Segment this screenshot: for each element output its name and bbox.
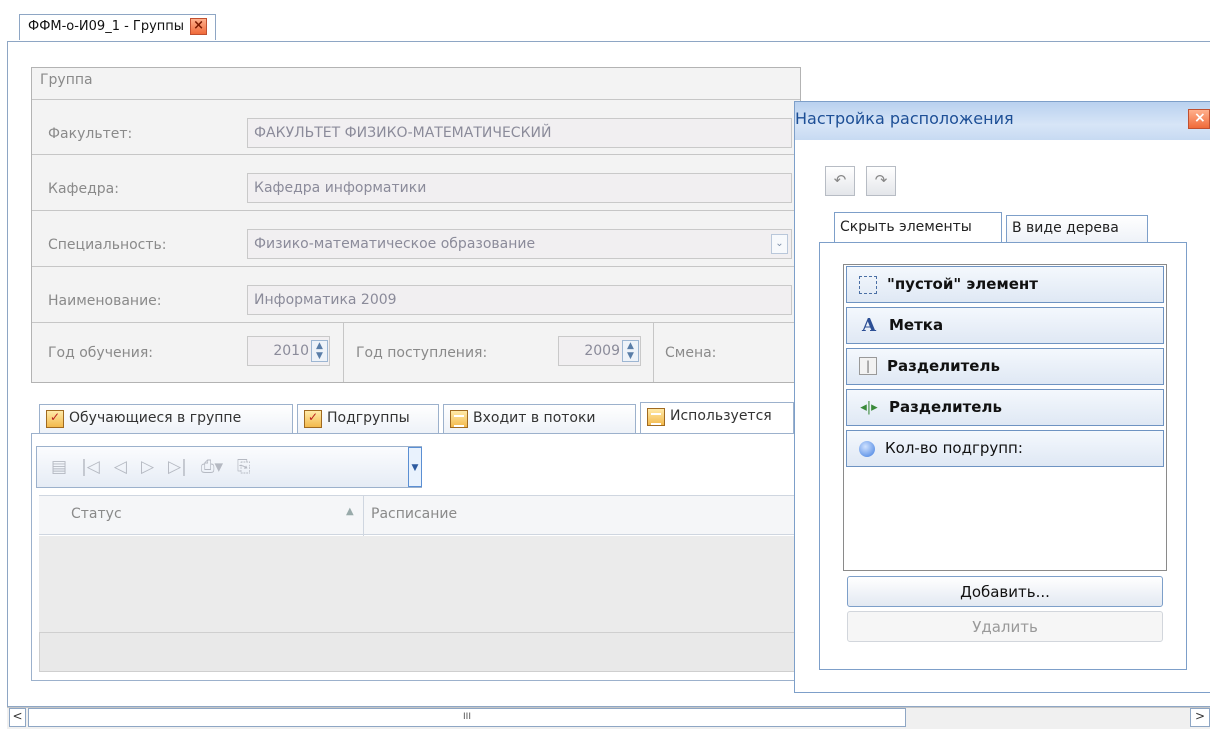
- list-item-separator[interactable]: | Разделитель: [846, 348, 1164, 385]
- grid-footer: [39, 632, 801, 672]
- document-tab-title: ФФМ-о-И09_1 - Группы: [28, 19, 185, 34]
- faculty-label: Факультет:: [48, 126, 133, 142]
- specialty-label: Специальность:: [48, 237, 167, 253]
- delete-button[interactable]: Удалить: [847, 611, 1163, 642]
- close-icon[interactable]: ×: [1188, 109, 1210, 129]
- splitter-icon: ◂|▸: [860, 400, 878, 415]
- tab-subgroups[interactable]: Подгруппы: [297, 404, 439, 433]
- tab-label: Входит в потоки: [473, 410, 596, 426]
- prev-icon[interactable]: ◁: [114, 457, 127, 477]
- tab-tree-view[interactable]: В виде дерева: [1006, 215, 1148, 242]
- list-item-subgroup-count[interactable]: Кол-во подгрупп:: [846, 430, 1164, 467]
- study-year-label: Год обучения:: [48, 345, 153, 361]
- tab-hide-elements[interactable]: Скрыть элементы: [834, 212, 1002, 242]
- grid-icon[interactable]: ▤: [51, 457, 67, 477]
- undo-icon[interactable]: ↶: [825, 166, 855, 196]
- document-tab[interactable]: ФФМ-о-И09_1 - Группы ×: [19, 14, 217, 40]
- specialty-field[interactable]: Физико-математическое образование: [247, 229, 792, 259]
- list-item-label: "пустой" элемент: [887, 275, 1038, 293]
- document-icon: [647, 408, 665, 426]
- label-a-icon: A: [862, 315, 876, 336]
- column-schedule[interactable]: Расписание: [371, 506, 457, 522]
- list-item-empty-element[interactable]: "пустой" элемент: [846, 266, 1164, 303]
- spin-updown-icon[interactable]: ▲ ▼: [311, 340, 328, 362]
- name-label: Наименование:: [48, 293, 162, 309]
- tab-students[interactable]: Обучающиеся в группе: [39, 404, 293, 433]
- scroll-left-icon[interactable]: <: [9, 708, 26, 727]
- tab-used[interactable]: Используется: [640, 402, 794, 433]
- group-title: Группа: [40, 72, 93, 88]
- print-icon[interactable]: ⎙▾: [201, 457, 223, 477]
- group-box: [31, 67, 801, 383]
- chevron-down-icon[interactable]: ⌄: [771, 234, 788, 254]
- first-page-icon[interactable]: |◁: [81, 457, 100, 477]
- list-item-label-element[interactable]: A Метка: [846, 307, 1164, 344]
- faculty-field[interactable]: ФАКУЛЬТЕТ ФИЗИКО-МАТЕМАТИЧЕСКИЙ: [247, 118, 792, 148]
- list-item-label: Разделитель: [887, 357, 1000, 375]
- grid-toolbar: ▤ |◁ ◁ ▷ ▷| ⎙▾ ⎘ ▼: [36, 446, 422, 488]
- sort-up-icon: ▲: [346, 506, 354, 517]
- tab-label: Подгруппы: [327, 410, 410, 426]
- spin-updown-icon[interactable]: ▲ ▼: [622, 340, 639, 362]
- list-item-label: Кол-во подгрупп:: [885, 439, 1023, 457]
- empty-element-icon: [859, 276, 877, 294]
- chevron-down-icon[interactable]: ▼: [408, 447, 422, 487]
- column-status[interactable]: Статус: [71, 506, 122, 522]
- list-item-splitter[interactable]: ◂|▸ Разделитель: [846, 389, 1164, 426]
- panel-title: Настройка расположения: [795, 102, 1210, 140]
- spin-field-icon: [859, 441, 875, 457]
- separator-icon: |: [859, 357, 877, 375]
- add-button[interactable]: Добавить...: [847, 576, 1163, 607]
- department-label: Кафедра:: [48, 181, 119, 197]
- admission-year-label: Год поступления:: [356, 345, 488, 361]
- study-year-spinner[interactable]: 2010 ▲ ▼: [247, 336, 330, 366]
- report-icon[interactable]: ⎘: [237, 457, 251, 477]
- study-year-value: 2010: [273, 343, 309, 359]
- shift-label: Смена:: [665, 345, 717, 361]
- grid-header: Статус ▲ Расписание: [39, 495, 801, 536]
- list-item-label: Разделитель: [889, 398, 1002, 416]
- tab-label: Обучающиеся в группе: [69, 410, 242, 426]
- redo-icon[interactable]: ↷: [866, 166, 896, 196]
- list-item-label: Метка: [889, 316, 944, 334]
- last-page-icon[interactable]: ▷|: [168, 457, 187, 477]
- clipboard-check-icon: [304, 410, 322, 428]
- tab-streams[interactable]: Входит в потоки: [443, 404, 636, 433]
- document-icon: [450, 410, 468, 428]
- name-field[interactable]: Информатика 2009: [247, 285, 792, 315]
- clipboard-check-icon: [46, 410, 64, 428]
- next-icon[interactable]: ▷: [141, 457, 154, 477]
- close-icon[interactable]: ×: [190, 18, 208, 35]
- department-field[interactable]: Кафедра информатики: [247, 173, 792, 203]
- scroll-thumb[interactable]: III: [28, 708, 906, 727]
- scroll-right-icon[interactable]: >: [1190, 708, 1210, 727]
- grid-body: [39, 536, 801, 632]
- admission-year-spinner[interactable]: 2009 ▲ ▼: [558, 336, 641, 366]
- admission-year-value: 2009: [584, 343, 620, 359]
- tab-label: Используется: [670, 408, 772, 424]
